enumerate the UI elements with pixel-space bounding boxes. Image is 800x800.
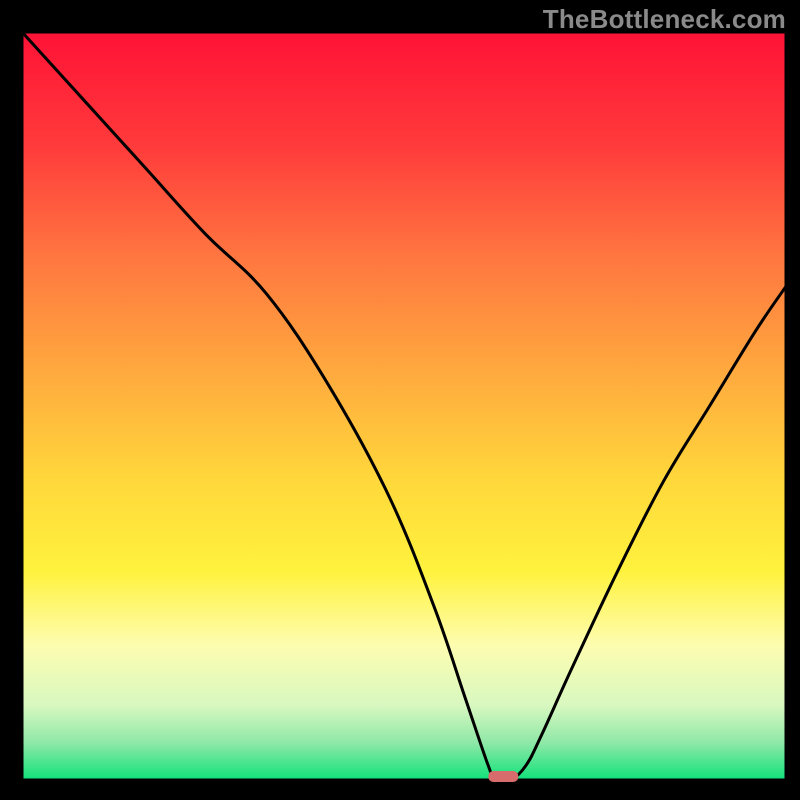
chart-svg — [0, 0, 800, 800]
bottleneck-chart: TheBottleneck.com — [0, 0, 800, 800]
minimum-marker — [488, 771, 518, 782]
plot-background — [22, 32, 786, 780]
watermark-label: TheBottleneck.com — [543, 4, 786, 35]
